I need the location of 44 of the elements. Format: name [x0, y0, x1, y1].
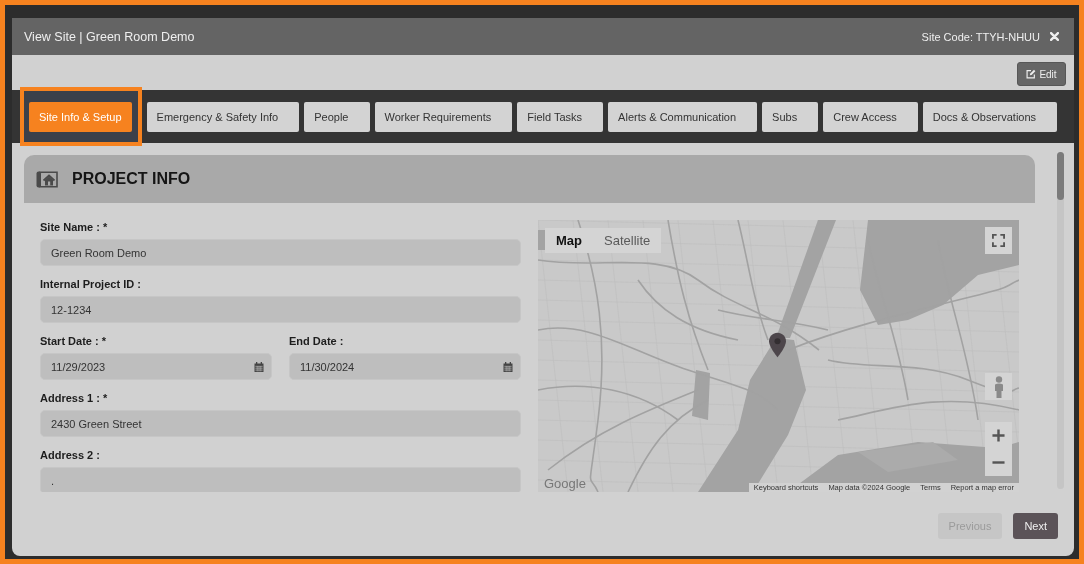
house-blueprint-icon — [36, 169, 58, 189]
dialog-title: View Site | Green Room Demo — [24, 29, 196, 44]
field-label: Site Name : * — [40, 220, 109, 235]
field-label: End Date : — [289, 334, 345, 349]
tab[interactable]: Subs — [762, 101, 819, 132]
scrollbar-thumb[interactable] — [1057, 152, 1064, 200]
tab[interactable]: Crew Access — [823, 101, 918, 132]
tab[interactable]: Docs & Observations — [922, 101, 1058, 132]
date-field[interactable]: 11/29/2023 — [40, 353, 272, 380]
scrollbar-track[interactable] — [1057, 152, 1064, 489]
calendar-icon — [254, 361, 264, 372]
edit-icon — [1026, 69, 1037, 79]
field-label: Address 2 : — [40, 448, 101, 463]
person-icon — [993, 375, 1004, 398]
nav-button[interactable]: Next — [1013, 513, 1058, 539]
section-title: PROJECT INFO — [72, 170, 191, 188]
tab[interactable]: People — [304, 101, 370, 132]
minus-icon — [992, 461, 1005, 464]
field-label: Start Date : * — [40, 334, 108, 349]
field-label: Internal Project ID : — [40, 277, 142, 292]
tab[interactable]: Alerts & Communication — [608, 101, 758, 132]
map-logo: Google — [544, 477, 586, 491]
close-icon[interactable] — [1050, 32, 1059, 41]
text-field[interactable]: . — [40, 467, 521, 492]
map-type-tab[interactable]: Map — [545, 228, 593, 253]
zoom-in-button[interactable] — [985, 422, 1012, 449]
fullscreen-button[interactable] — [985, 227, 1012, 254]
plus-icon — [992, 429, 1005, 442]
map-pin-icon — [769, 332, 786, 358]
tab[interactable]: Emergency & Safety Info — [146, 101, 300, 132]
edit-button[interactable]: Edit — [1017, 62, 1066, 86]
field-label: Address 1 : * — [40, 391, 109, 406]
tab[interactable]: Field Tasks — [517, 101, 604, 132]
calendar-icon — [503, 361, 513, 372]
map-type-tab[interactable]: Satellite — [593, 228, 662, 253]
text-field[interactable]: Green Room Demo — [40, 239, 521, 266]
fullscreen-icon — [992, 234, 1005, 247]
site-code: Site Code: TTYH-NHUU — [921, 30, 1040, 43]
text-field[interactable]: 12-1234 — [40, 296, 521, 323]
tab[interactable]: Worker Requirements — [374, 101, 513, 132]
zoom-out-button[interactable] — [985, 449, 1012, 476]
text-field[interactable]: 2430 Green Street — [40, 410, 521, 437]
street-view-button[interactable] — [985, 373, 1012, 400]
date-field[interactable]: 11/30/2024 — [289, 353, 521, 380]
